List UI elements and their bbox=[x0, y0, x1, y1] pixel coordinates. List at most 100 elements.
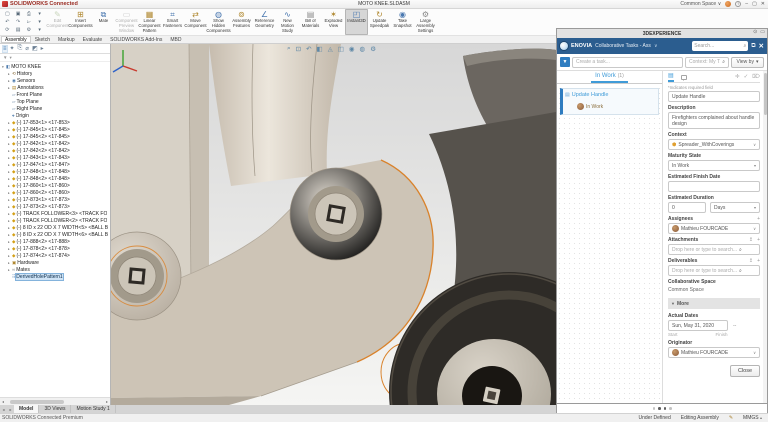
tree-item[interactable]: ▸ (-) 17-873<1> <17-873> bbox=[0, 196, 110, 203]
tree-item[interactable]: ▸ (-) 17-853<1> <17-853> bbox=[0, 119, 110, 126]
tree-item[interactable]: ▸ (-) 8 ID x 22 OD X 7 WIDTH<5> <BALL B bbox=[0, 224, 110, 231]
propertymanager-tab-icon[interactable]: ✦ bbox=[10, 45, 15, 52]
cad-model[interactable] bbox=[111, 44, 556, 405]
minimize-button[interactable]: – bbox=[745, 1, 748, 7]
filter-caret-icon[interactable]: ▾ bbox=[9, 55, 11, 61]
ribbon-button[interactable]: Smart Fasteners bbox=[161, 9, 184, 35]
ribbon-tab[interactable]: Markup bbox=[54, 36, 79, 43]
close-task-button[interactable]: Close bbox=[730, 365, 760, 377]
save-caret-icon[interactable]: ▾ bbox=[38, 11, 41, 17]
attachments-search-input[interactable]: Drop here or type to search... ⌕ bbox=[668, 244, 760, 255]
graphics-viewport[interactable]: ⌕⊡↶◧◬◫◉◍⚙ bbox=[111, 44, 556, 405]
panel-minimize-icon[interactable]: ▭ bbox=[760, 29, 765, 35]
restore-button[interactable]: ▢ bbox=[752, 1, 757, 7]
filter-funnel-icon[interactable]: ▼ bbox=[3, 55, 7, 60]
file-properties-icon[interactable]: ▤ bbox=[16, 27, 21, 33]
search-input[interactable]: Search... ⌕ bbox=[692, 41, 748, 51]
3dexperience-compass-icon[interactable] bbox=[560, 42, 568, 50]
tree-horizontal-scrollbar[interactable]: ◂ ▸ bbox=[0, 397, 110, 405]
tree-item[interactable]: ▾ MOTO KNEE bbox=[0, 63, 110, 70]
more-expander[interactable]: ▼ More bbox=[668, 298, 760, 309]
ribbon-tab[interactable]: Assembly bbox=[1, 36, 31, 43]
tree-item[interactable]: ▸ (-) 17-848<1> <17-848> bbox=[0, 168, 110, 175]
tree-item[interactable]: ▸ Sensors bbox=[0, 77, 110, 84]
zoom-fit-icon[interactable]: ⌕ bbox=[287, 45, 291, 53]
deliverables-search-input[interactable]: Drop here or type to search... ⌕ bbox=[668, 265, 760, 276]
view-by-button[interactable]: View by ▾ bbox=[731, 57, 764, 68]
task-title[interactable]: Update Handle bbox=[572, 92, 609, 98]
tree-item[interactable]: ▸ (-) 17-842<2> <17-842> bbox=[0, 147, 110, 154]
undo-icon[interactable]: ↶ bbox=[5, 19, 9, 25]
ribbon-tab[interactable]: Evaluate bbox=[79, 36, 106, 43]
ribbon-tab[interactable]: Sketch bbox=[31, 36, 54, 43]
scrollbar-thumb[interactable] bbox=[10, 400, 64, 404]
in-work-tab[interactable]: In Work (1) bbox=[591, 73, 628, 83]
tree-item[interactable]: DerivedHolePattern1 bbox=[0, 273, 110, 280]
ribbon-button[interactable]: Reference Geometry bbox=[253, 9, 276, 35]
estimated-finish-date-field[interactable] bbox=[668, 181, 760, 192]
scroll-right-icon[interactable]: ▸ bbox=[104, 399, 110, 404]
upload-icon[interactable]: ↥ bbox=[749, 237, 753, 243]
tree-item[interactable]: Origin bbox=[0, 112, 110, 119]
tab-scroll-right-icon[interactable]: ▸ bbox=[7, 405, 14, 413]
context-select[interactable]: ⬢ Spreader_WithCoverings ∨ bbox=[668, 139, 760, 150]
dimxpertmanager-tab-icon[interactable]: ⌀ bbox=[25, 45, 29, 52]
duration-value-field[interactable]: 0 bbox=[668, 202, 706, 213]
description-field[interactable]: Firefighters complained about handle des… bbox=[668, 112, 760, 129]
tab-scroll-left-icon[interactable]: ◂ bbox=[0, 405, 7, 413]
add-icon[interactable]: + bbox=[757, 258, 760, 264]
actual-start-date-field[interactable]: Sun, May 31, 2020 bbox=[668, 320, 728, 331]
displaymanager-tab-icon[interactable]: ◩ bbox=[32, 45, 38, 52]
tree-item[interactable]: ▸ Hardware bbox=[0, 259, 110, 266]
previous-view-icon[interactable]: ↶ bbox=[306, 45, 311, 53]
tree-item[interactable]: ▸ (-) 8 ID x 22 OD X 7 WIDTH<6> <BALL B bbox=[0, 231, 110, 238]
tree-filter-bar[interactable]: ▼ ▾ bbox=[0, 54, 110, 62]
chevron-down-icon[interactable]: ∨ bbox=[654, 43, 657, 49]
add-assignee-icon[interactable]: + bbox=[757, 216, 760, 222]
select-caret-icon[interactable]: ▾ bbox=[38, 19, 41, 25]
save-icon[interactable]: ⎙ bbox=[27, 11, 31, 17]
ribbon-button[interactable]: Large Assembly Settings bbox=[414, 9, 437, 35]
reassign-person-icon[interactable]: ✛ bbox=[735, 74, 740, 80]
tree-item[interactable]: ▸ (-) 17-860<2> <17-860> bbox=[0, 189, 110, 196]
task-card[interactable]: ▤ Update Handle In Work bbox=[560, 88, 659, 115]
options-caret-icon[interactable]: ▾ bbox=[38, 27, 41, 33]
maturity-state-select[interactable]: In Work ▾ bbox=[668, 160, 760, 171]
configurationmanager-tab-icon[interactable]: ⎘ bbox=[18, 45, 23, 52]
task-properties-tab-icon[interactable]: ▤ bbox=[668, 72, 674, 82]
model-tab[interactable]: Model bbox=[14, 405, 39, 413]
hide-show-icon[interactable]: ◉ bbox=[349, 45, 355, 53]
units-selector[interactable]: MMGS ▴ bbox=[743, 415, 762, 421]
ribbon-button[interactable]: Move Component bbox=[184, 9, 207, 35]
tree-item[interactable]: ▸ Mates bbox=[0, 266, 110, 273]
ribbon-button[interactable]: Take Snapshot bbox=[391, 9, 414, 35]
display-style-icon[interactable]: ◫ bbox=[338, 45, 344, 53]
new-file-icon[interactable]: ▢ bbox=[5, 11, 10, 17]
ribbon-button[interactable]: New Motion Study bbox=[276, 9, 299, 35]
upload-icon[interactable]: ↥ bbox=[749, 258, 753, 264]
rebuild-icon[interactable]: ⟳ bbox=[5, 27, 9, 33]
appearance-icon[interactable]: ◍ bbox=[360, 45, 366, 53]
originator-select[interactable]: Mathieu FOURCADE ∨ bbox=[668, 347, 760, 358]
create-task-input[interactable]: Create a task... bbox=[572, 57, 683, 68]
scrollbar-thumb[interactable] bbox=[764, 73, 767, 115]
select-icon[interactable]: ▻ bbox=[27, 19, 31, 25]
tree-item[interactable]: ▸ (-) 17-873<2> <17-873> bbox=[0, 203, 110, 210]
redo-icon[interactable]: ↷ bbox=[16, 19, 20, 25]
assignee-select[interactable]: Mathieu FOURCADE ∨ bbox=[668, 223, 760, 234]
tree-item[interactable]: ▸ (-) 17-888<2> <17-888> bbox=[0, 238, 110, 245]
close-button[interactable]: ✕ bbox=[761, 1, 765, 7]
delete-trash-icon[interactable]: ⌦ bbox=[752, 74, 760, 80]
tree-item[interactable]: ▸ (-) 17-874<2> <17-874> bbox=[0, 252, 110, 259]
model-tab[interactable]: Motion Study 1 bbox=[71, 405, 115, 413]
tree-item[interactable]: ▸ History bbox=[0, 70, 110, 77]
tree-item[interactable]: Front Plane bbox=[0, 91, 110, 98]
zoom-area-icon[interactable]: ⊡ bbox=[296, 45, 301, 53]
ribbon-tab[interactable]: MBD bbox=[166, 36, 185, 43]
tree-item[interactable]: ▸ (-) TRACK FOLLOWER<3> <TRACK FO bbox=[0, 210, 110, 217]
ribbon-button[interactable]: Update Speedpak bbox=[368, 9, 391, 35]
context-filter-input[interactable]: Context: My T... ⌕ bbox=[685, 57, 729, 68]
tree-item[interactable]: ▸ (-) 17-845<2> <17-845> bbox=[0, 133, 110, 140]
panel-apps-icon[interactable]: ⊙ bbox=[753, 29, 757, 35]
tree-item[interactable]: Top Plane bbox=[0, 98, 110, 105]
